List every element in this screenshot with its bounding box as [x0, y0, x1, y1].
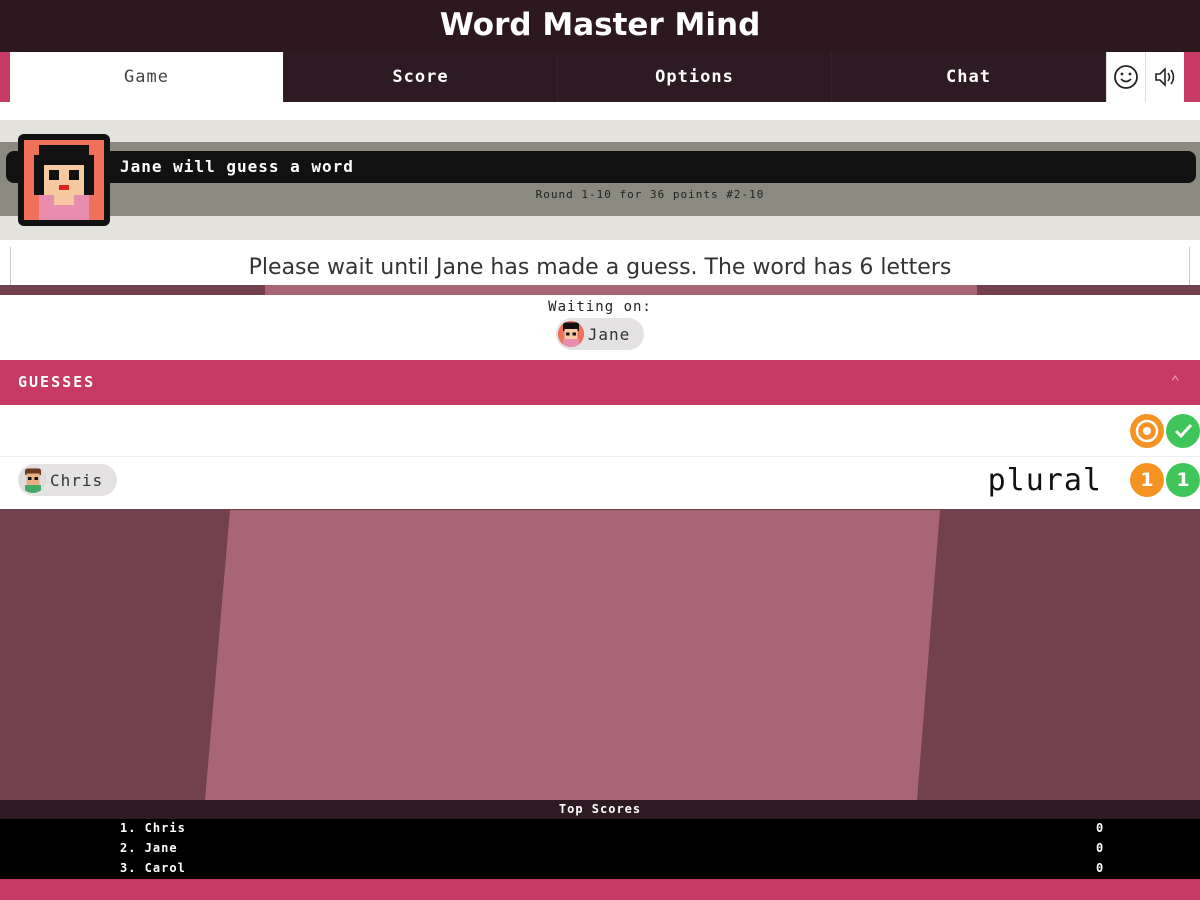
score-row: 3. Carol 0: [0, 859, 1200, 879]
top-scores-table: 1. Chris 0 2. Jane 0 3. Carol 0: [0, 819, 1200, 879]
score-value: 0: [1096, 821, 1105, 835]
guess-legend-row: [0, 405, 1200, 457]
avatar: [18, 134, 110, 226]
top-scores-title: Top Scores: [0, 800, 1200, 819]
score-name: 2. Jane: [120, 841, 178, 855]
waiting-player-name: Jane: [587, 324, 631, 344]
speaker-icon[interactable]: [1145, 52, 1184, 102]
tab-game[interactable]: Game: [10, 52, 284, 102]
score-row: 1. Chris 0: [0, 819, 1200, 839]
green-count-badge: 1: [1166, 463, 1200, 497]
footer-bar: [0, 879, 1200, 900]
wait-message: Please wait until Jane has made a guess.…: [10, 247, 1190, 287]
table-row: Chris plural 1 1: [0, 457, 1200, 509]
chevron-up-icon: ⌃: [1170, 372, 1180, 391]
waiting-player-chip: Jane: [555, 318, 645, 350]
guesses-title: GUESSES: [18, 373, 96, 391]
avatar: [20, 467, 46, 493]
background-stripe: [205, 510, 940, 800]
tab-chat[interactable]: Chat: [832, 52, 1106, 102]
orange-count-badge: 1: [1130, 463, 1164, 497]
smiley-icon[interactable]: [1106, 52, 1145, 102]
checkmark-icon: [1166, 414, 1200, 448]
guess-player-chip: Chris: [18, 464, 118, 496]
guesses-header[interactable]: GUESSES ⌃: [0, 360, 1200, 405]
score-value: 0: [1096, 841, 1105, 855]
waiting-label: Waiting on:: [548, 299, 652, 315]
tab-score[interactable]: Score: [284, 52, 558, 102]
waiting-section: Waiting on: Jane: [0, 295, 1200, 360]
score-row: 2. Jane 0: [0, 839, 1200, 859]
app-title: Word Master Mind: [439, 7, 761, 43]
app-header: Word Master Mind: [0, 0, 1200, 52]
score-value: 0: [1096, 861, 1105, 875]
tab-bar: Game Score Options Chat: [0, 52, 1200, 102]
guess-player-name: Chris: [50, 470, 104, 490]
score-name: 1. Chris: [120, 821, 186, 835]
guess-word: plural: [987, 463, 1102, 498]
target-icon: [1130, 414, 1164, 448]
player-message: Jane will guess a word: [120, 157, 354, 176]
round-info: Round 1-10 for 36 points #2-10: [535, 188, 765, 201]
avatar: [557, 321, 584, 347]
tab-options[interactable]: Options: [558, 52, 832, 102]
score-name: 3. Carol: [120, 861, 186, 875]
